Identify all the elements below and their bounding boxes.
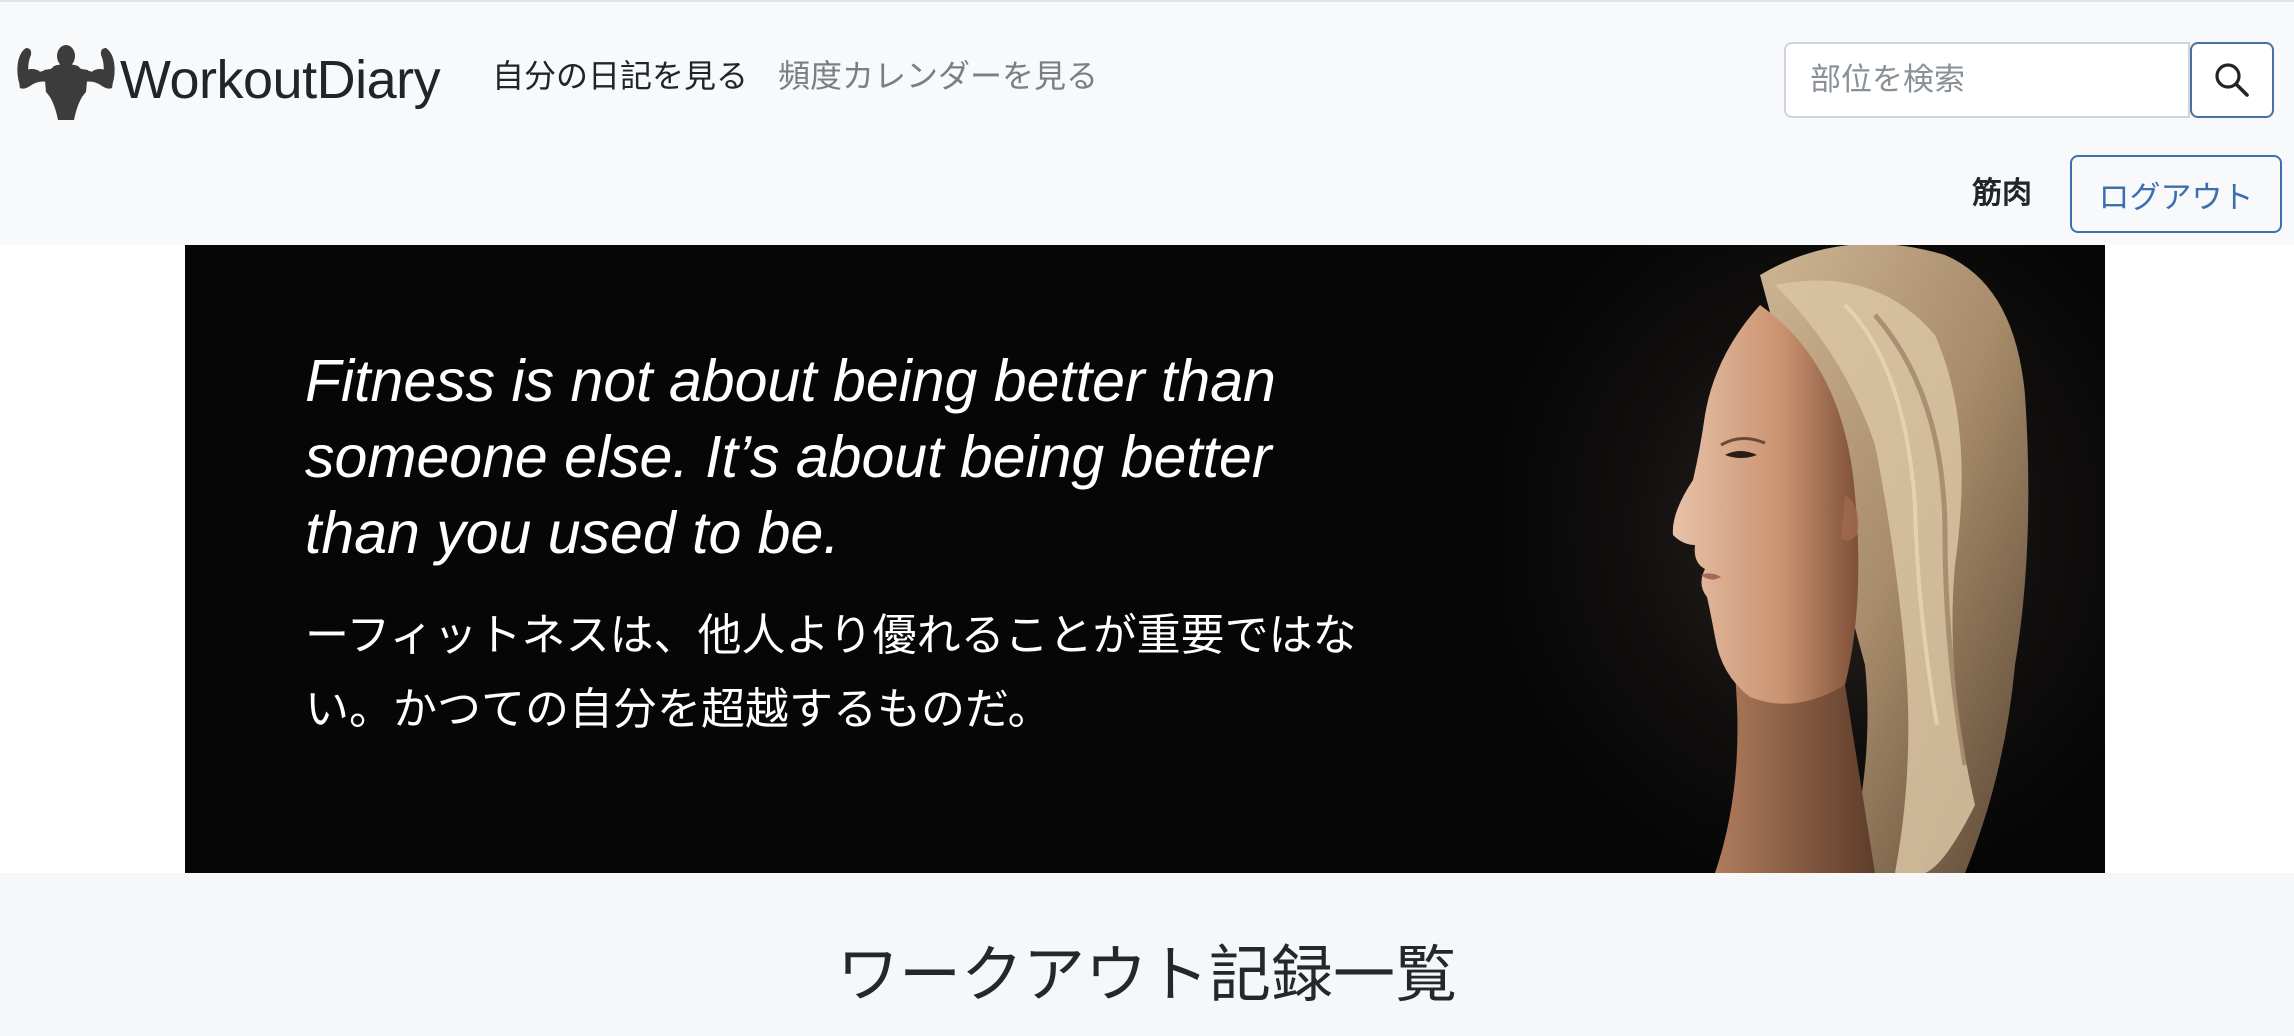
navbar: WorkoutDiary 自分の日記を見る 頻度カレンダーを見る 筋肉 ログアウ… [0, 0, 2294, 245]
user-name: 筋肉 [1972, 176, 2032, 211]
flexing-bodybuilder-icon [17, 45, 115, 120]
brand-name: WorkoutDiary [120, 50, 441, 110]
search-icon [2215, 63, 2249, 97]
hero-quote-english: Fitness is not about being better than s… [305, 348, 1276, 566]
nav-link-calendar[interactable]: 頻度カレンダーを見る [778, 56, 1098, 96]
page-title: ワークアウト記録一覧 [836, 938, 1457, 1011]
nav-link-diary[interactable]: 自分の日記を見る [492, 56, 748, 96]
hero-quote-japanese: ーフィットネスは、他人より優れることが重要ではない。かつての自分を超越するものだ… [305, 610, 1357, 735]
search-input[interactable] [1784, 42, 2190, 118]
brand-link[interactable]: WorkoutDiary [14, 40, 441, 120]
search-button[interactable] [2190, 42, 2274, 118]
hero-banner: Fitness is not about being better than s… [185, 245, 2105, 873]
woman-profile-image [1672, 245, 2029, 873]
logout-button[interactable]: ログアウト [2070, 155, 2282, 233]
workout-list-section: ワークアウト記録一覧 [0, 873, 2294, 1036]
